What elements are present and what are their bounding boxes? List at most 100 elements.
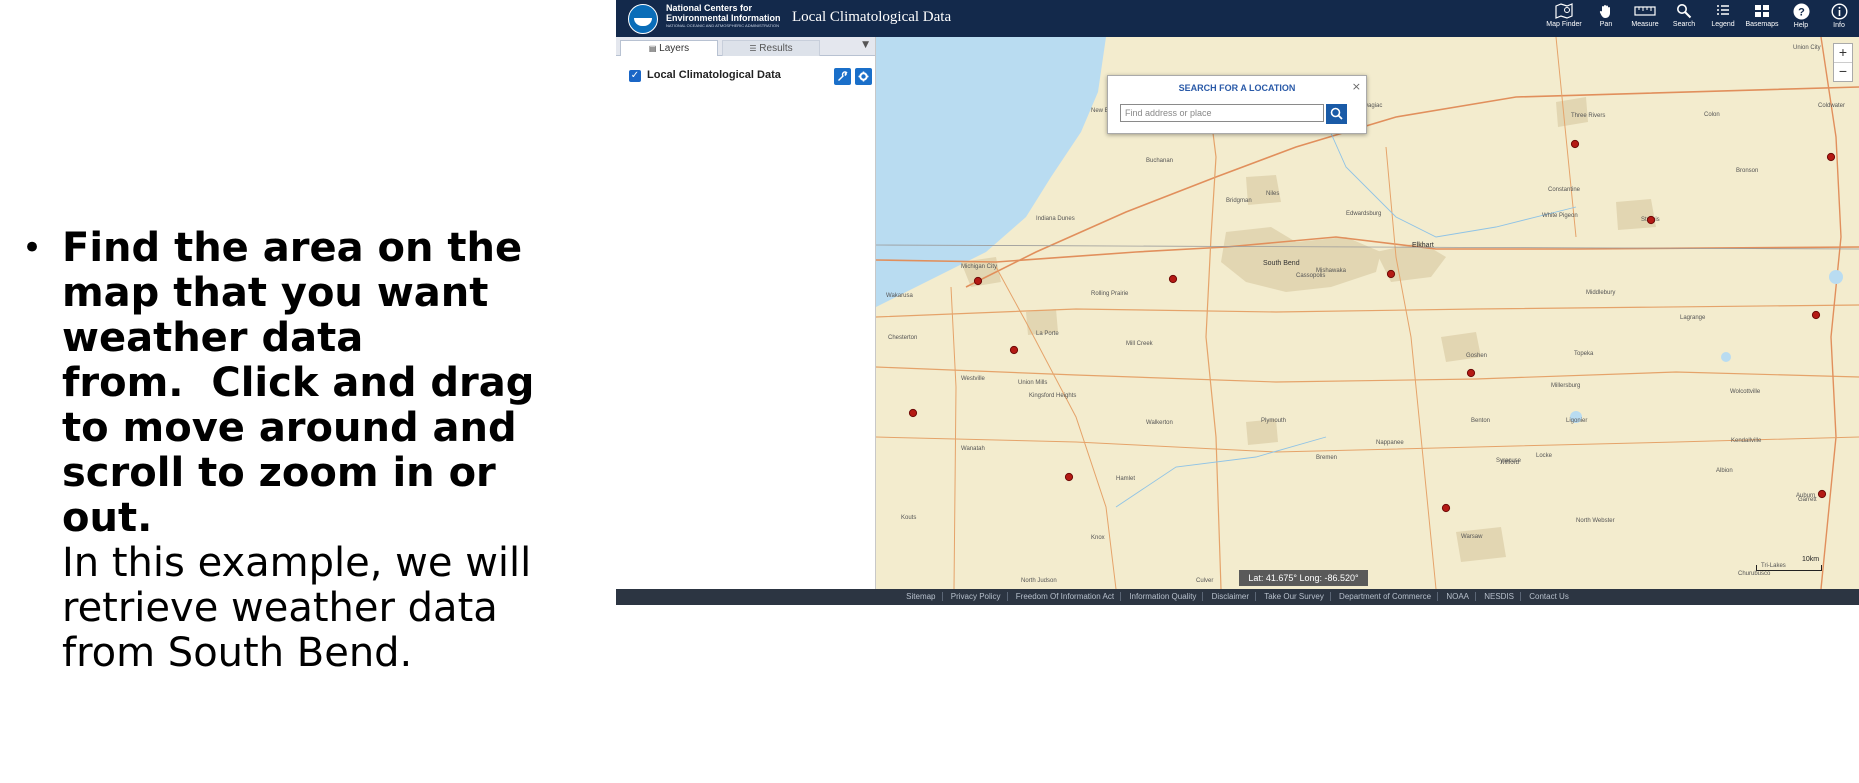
pan-button[interactable]: Pan <box>1586 3 1626 28</box>
instruction-line: to move around and <box>62 405 517 451</box>
search-input[interactable] <box>1120 104 1324 122</box>
footer-link[interactable]: Take Our Survey <box>1258 592 1331 601</box>
tool-label: Search <box>1672 21 1696 28</box>
urban-three-rivers <box>1556 97 1588 127</box>
footer-link[interactable]: Privacy Policy <box>944 592 1008 601</box>
city-label: Knox <box>1091 535 1105 541</box>
search-panel-title: SEARCH FOR A LOCATION <box>1178 83 1296 93</box>
city-label: Kouts <box>901 515 916 521</box>
instruction-line: weather data <box>62 315 364 361</box>
city-label: North Webster <box>1576 518 1615 524</box>
wrench-icon[interactable] <box>834 68 851 85</box>
city-label: Middlebury <box>1586 290 1615 296</box>
basemaps-button[interactable]: Basemaps <box>1742 3 1782 28</box>
urban-elkhart <box>1376 242 1446 282</box>
station-marker <box>1466 368 1476 378</box>
example-line: retrieve weather data <box>62 585 498 631</box>
search-icon <box>1330 107 1343 120</box>
info-button[interactable]: Info <box>1819 3 1859 29</box>
footer-link[interactable]: Freedom Of Information Act <box>1009 592 1122 601</box>
bullet-body: Find the area on the map that you want w… <box>62 226 562 676</box>
instruction-line: Find the area on the <box>62 225 523 271</box>
urban-warsaw <box>1456 527 1506 562</box>
tab-label: Layers <box>659 43 690 54</box>
measure-button[interactable]: Measure <box>1625 3 1665 28</box>
city-label: Culver <box>1196 578 1213 584</box>
highway-6 <box>876 436 1859 453</box>
basemap: South BendElkhartMishawakaLa PorteMichig… <box>876 37 1859 589</box>
layer-item: ✓ Local Climatological Data <box>629 68 872 86</box>
help-icon: ? <box>1793 3 1809 20</box>
station-marker <box>1811 310 1821 320</box>
station-marker <box>1817 489 1827 499</box>
svg-text:?: ? <box>1798 7 1805 19</box>
search-button[interactable]: Search <box>1664 3 1704 28</box>
zoom-control: + − <box>1833 43 1853 82</box>
scale-label: 10km <box>1802 556 1820 563</box>
footer-link[interactable]: NESDIS <box>1478 592 1522 601</box>
city-label: Three Rivers <box>1571 113 1605 119</box>
city-label: Coldwater <box>1818 103 1845 109</box>
footer-link[interactable]: Sitemap <box>900 592 943 601</box>
station-marker <box>973 276 983 286</box>
map-finder-button[interactable]: Map Finder <box>1544 3 1584 28</box>
app-screenshot: National Centers for Environmental Infor… <box>616 0 1859 605</box>
search-submit-button[interactable] <box>1326 104 1347 124</box>
station-marker <box>1386 269 1396 279</box>
station-marker <box>1826 152 1836 162</box>
city-label: Benton <box>1471 418 1490 424</box>
tool-label: Info <box>1833 22 1845 29</box>
zoom-in-button[interactable]: + <box>1834 44 1852 62</box>
chevron-down-icon[interactable]: ▼ <box>862 40 869 50</box>
footer-link[interactable]: Information Quality <box>1123 592 1204 601</box>
footer-link[interactable]: Disclaimer <box>1205 592 1256 601</box>
urban-sturgis <box>1616 199 1656 230</box>
river <box>1115 436 1327 508</box>
city-label: Bridgman <box>1226 198 1252 204</box>
city-label: Buchanan <box>1146 158 1173 164</box>
tab-results[interactable]: ☰ Results <box>722 40 820 56</box>
help-button[interactable]: ? Help <box>1781 3 1821 29</box>
station-marker <box>1009 345 1019 355</box>
footer-link[interactable]: NOAA <box>1440 592 1476 601</box>
gear-icon[interactable] <box>855 68 872 85</box>
footer-link[interactable]: Contact Us <box>1523 592 1575 601</box>
map-view[interactable]: South Bend Elkhart Mishawaka La Porte Michig… <box>876 37 1859 589</box>
tool-label: Pan <box>1599 21 1613 28</box>
instruction-line: scroll to zoom in or <box>62 450 496 496</box>
org-name-line: National Centers for <box>666 3 753 13</box>
tab-layers[interactable]: ▤ Layers <box>620 40 718 56</box>
slide-text: • Find the area on the map that you want… <box>22 226 562 676</box>
legend-button[interactable]: Legend <box>1703 3 1743 28</box>
city-label: Topeka <box>1574 351 1594 357</box>
city-label: Union Mills <box>1018 380 1047 386</box>
city-label: Michigan City <box>961 264 997 270</box>
instruction-line: out. <box>62 495 153 541</box>
city-label: Albion <box>1716 468 1733 474</box>
close-icon[interactable]: × <box>1352 80 1361 93</box>
example-line: from South Bend. <box>62 630 413 676</box>
zoom-out-button[interactable]: − <box>1834 62 1852 81</box>
lake <box>1829 270 1843 284</box>
coordinate-readout: Lat: 41.675° Long: -86.520° <box>1239 570 1368 586</box>
scale-bar <box>1756 565 1822 571</box>
city-label: Kingsford Heights <box>1029 393 1076 399</box>
station-marker <box>1064 472 1074 482</box>
city-label: Union City <box>1793 45 1821 51</box>
grid-icon <box>1755 5 1769 17</box>
layers-icon: ▤ <box>648 44 657 53</box>
footer-link[interactable]: Department of Commerce <box>1333 592 1439 601</box>
city-label: Lagrange <box>1680 315 1706 321</box>
city-label: Constantine <box>1548 187 1581 193</box>
city-label: Walkerton <box>1146 420 1173 426</box>
layer-checkbox[interactable]: ✓ <box>629 70 641 82</box>
city-label: North Judson <box>1021 578 1057 584</box>
city-label: Cassopolis <box>1296 273 1325 279</box>
highway-19-13 <box>1385 146 1437 589</box>
list-icon <box>1717 5 1729 15</box>
org-name: National Centers for Environmental Infor… <box>666 3 781 23</box>
tool-label: Help <box>1793 22 1809 29</box>
app-title: Local Climatological Data <box>792 9 952 25</box>
city-label: Garrett <box>1798 497 1817 503</box>
city-label: Goshen <box>1466 353 1487 359</box>
